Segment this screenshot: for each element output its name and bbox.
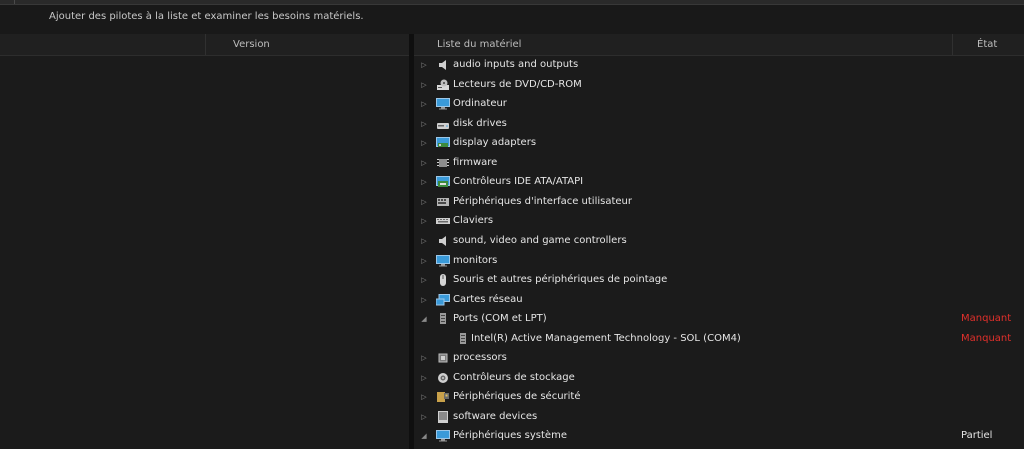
mouse-icon [436,274,450,287]
tree-category-row[interactable]: ▷ sound, video and game controllers [414,232,1024,251]
processor-icon [436,352,450,364]
storage-controller-icon [436,372,450,384]
tree-category-row[interactable]: ▷ software devices [414,408,1024,427]
tree-category-row[interactable]: ▷ Contrôleurs de stockage [414,369,1024,388]
driver-list-pane: Version [0,34,409,449]
tree-row-label: sound, video and game controllers [453,234,627,246]
tree-row-label: firmware [453,156,498,168]
tree-category-row[interactable]: ▷ monitors [414,252,1024,271]
expand-arrow-icon[interactable]: ▷ [420,119,428,129]
expand-arrow-icon[interactable]: ▷ [420,295,428,305]
tree-row-label: Périphériques de sécurité [453,391,581,403]
tree-row-label: Intel(R) Active Management Technology - … [471,332,741,344]
disk-drive-icon [436,118,450,130]
expand-arrow-icon[interactable]: ▷ [420,197,428,207]
column-divider[interactable] [952,34,953,55]
network-adapter-icon [435,293,450,306]
tree-category-row[interactable]: ▷ Contrôleurs IDE ATA/ATAPI [414,173,1024,192]
tree-category-row[interactable]: ▷ Ordinateur [414,95,1024,114]
column-header-hardware-list[interactable]: Liste du matériel [437,39,521,50]
port-icon [436,313,450,325]
tree-row-label: display adapters [453,137,537,149]
column-header-version[interactable]: Version [233,39,270,50]
tree-row-label: Cartes réseau [453,293,523,305]
tree-category-row[interactable]: ▷ audio inputs and outputs [414,56,1024,75]
system-device-icon [436,430,450,442]
monitor-icon [436,254,450,267]
page-subtitle: Ajouter des pilotes à la liste et examin… [49,11,364,22]
expand-arrow-icon[interactable]: ▷ [420,99,428,109]
tree-row-label: software devices [453,410,538,422]
hardware-list-pane: Liste du matériel État ▷ audio inputs and… [414,34,1024,449]
tree-row-label: Claviers [453,215,494,227]
tree-category-row[interactable]: ▷ firmware [414,154,1024,173]
collapse-arrow-icon[interactable]: ◢ [420,314,428,324]
status-label: Partiel [961,430,993,442]
tree-row-label: processors [453,352,507,364]
tree-category-row[interactable]: ▷ display adapters [414,134,1024,153]
tree-row-label: Périphériques d'interface utilisateur [453,195,632,207]
tree-category-row[interactable]: ◢ Périphériques système Partiel [414,427,1024,446]
tree-row-label: audio inputs and outputs [453,59,579,70]
display-adapter-icon [436,137,450,149]
expand-arrow-icon[interactable]: ▷ [420,392,428,402]
monitor-icon [436,98,450,110]
hid-icon [436,196,450,208]
tree-child-row[interactable]: Intel(R) Active Management Technology - … [414,330,1024,349]
tree-row-label: disk drives [453,117,507,129]
firmware-icon [436,157,450,169]
expand-arrow-icon[interactable]: ▷ [420,236,428,246]
tree-row-label: Périphériques système [453,430,567,442]
column-header-state[interactable]: État [977,39,997,50]
tree-category-row[interactable]: ▷ Lecteurs de DVD/CD-ROM [414,76,1024,95]
top-toolbar-edge [0,0,1024,5]
security-device-icon [436,391,450,403]
expand-arrow-icon[interactable]: ▷ [420,216,428,226]
tree-row-label: Contrôleurs de stockage [453,371,575,383]
tree-category-row[interactable]: ◢ Ports (COM et LPT) Manquant [414,310,1024,329]
tree-row-label: Contrôleurs IDE ATA/ATAPI [453,176,584,188]
tree-category-row[interactable]: ▷ disk drives [414,115,1024,134]
tree-row-label: Ordinateur [453,98,507,110]
expand-arrow-icon[interactable]: ▷ [420,177,428,187]
software-device-icon [436,410,450,423]
dvd-drive-icon [436,79,450,91]
tree-row-label: Ports (COM et LPT) [453,313,547,325]
tree-row-label: Lecteurs de DVD/CD-ROM [453,78,582,90]
expand-arrow-icon[interactable]: ▷ [420,80,428,90]
driver-list-header: Version [0,34,409,56]
tree-row-label: monitors [453,254,498,266]
expand-arrow-icon[interactable]: ▷ [420,275,428,285]
expand-arrow-icon[interactable]: ▷ [420,353,428,363]
expand-arrow-icon[interactable]: ▷ [420,412,428,422]
tree-category-row[interactable]: ▷ Cartes réseau [414,291,1024,310]
column-divider[interactable] [205,34,206,55]
expand-arrow-icon[interactable]: ▷ [420,60,428,70]
expand-arrow-icon[interactable]: ▷ [420,138,428,148]
status-label: Manquant [961,313,1012,325]
ide-controller-icon [436,176,450,188]
keyboard-icon [436,215,450,227]
port-icon [456,332,470,345]
tree-category-row[interactable]: ▷ Souris et autres périphériques de point… [414,271,1024,290]
tree-category-row[interactable]: ▷ Périphériques d'interface utilisateur [414,193,1024,212]
tree-row-label: Souris et autres périphériques de pointa… [453,274,668,286]
expand-arrow-icon[interactable]: ▷ [420,158,428,168]
tree-category-row[interactable]: ▷ processors [414,349,1024,368]
hardware-list-header: Liste du matériel État [414,34,1024,56]
speaker-icon [436,235,450,247]
expand-arrow-icon[interactable]: ▷ [420,256,428,266]
toolbar-notch [6,0,15,4]
collapse-arrow-icon[interactable]: ◢ [420,431,428,441]
speaker-icon [436,59,450,71]
tree-category-row[interactable]: ▷ Claviers [414,212,1024,231]
tree-category-row[interactable]: ▷ Périphériques de sécurité [414,388,1024,407]
status-label: Manquant [961,332,1012,344]
expand-arrow-icon[interactable]: ▷ [420,373,428,383]
